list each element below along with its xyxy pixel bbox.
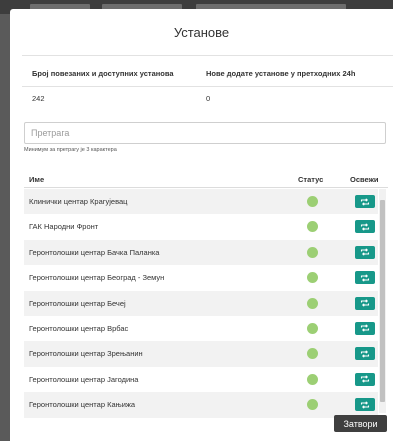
- refresh-button[interactable]: [355, 321, 375, 335]
- status-dot-icon: [307, 322, 318, 334]
- status-dot-icon: [307, 297, 318, 309]
- refresh-icon: [360, 324, 370, 333]
- table-row: Клинички центар Крагујевац: [24, 189, 378, 215]
- scrollbar-thumb[interactable]: [380, 200, 385, 402]
- refresh-icon: [360, 350, 370, 358]
- refresh-icon: [360, 401, 370, 409]
- institution-name: ГАК Народни Фронт: [29, 222, 99, 232]
- table-row: Геронтолошки центар Бечеј: [24, 290, 378, 316]
- refresh-icon: [360, 375, 370, 383]
- table-row: Геронтолошки центар Зрењанин: [24, 341, 378, 367]
- institution-name: Геронтолошки центар Бачка Паланка: [29, 247, 160, 257]
- status-dot-icon: [307, 272, 318, 284]
- refresh-button[interactable]: [355, 296, 375, 310]
- institution-name: Геронтолошки центар Јагодина: [29, 374, 139, 384]
- refresh-button[interactable]: [355, 245, 375, 259]
- institutions-modal: Установе Број повезаних и доступних уста…: [10, 9, 393, 441]
- refresh-button[interactable]: [355, 271, 375, 285]
- new-count-value: 0: [206, 94, 211, 103]
- column-status-header: Статус: [298, 175, 324, 184]
- close-button[interactable]: Затвори: [334, 415, 387, 432]
- table-row: Геронтолошки центар Јагодина: [24, 367, 378, 392]
- status-dot-icon: [307, 196, 318, 207]
- column-refresh-header: Освежи: [350, 175, 379, 184]
- stats-header: Број повезаних и доступних установа Нове…: [22, 63, 393, 87]
- new-count-label: Нове додате установе у претходних 24h: [206, 69, 356, 78]
- institution-name: Геронтолошки центар Зрењанин: [29, 349, 143, 359]
- institution-name: Геронтолошки центар Бечеј: [29, 298, 126, 308]
- status-dot-icon: [307, 348, 318, 360]
- table-row: Геронтолошки центар Београд - Земун: [24, 265, 378, 290]
- institutions-list: Клинички центар Крагујевац ГАК Народни Фр…: [24, 189, 378, 418]
- refresh-button[interactable]: [355, 220, 375, 234]
- status-dot-icon: [307, 221, 318, 233]
- status-dot-icon: [307, 399, 318, 411]
- table-row: Геронтолошки центар Кањижа: [24, 392, 378, 418]
- table-row: Геронтолошки центар Врбас: [24, 316, 378, 341]
- refresh-icon: [360, 274, 370, 282]
- refresh-icon: [360, 197, 370, 206]
- table-header: Име Статус Освежи: [24, 170, 388, 188]
- linked-count-value: 242: [32, 94, 45, 103]
- search-hint: Минимум за претрагу је 3 карактера: [24, 147, 117, 153]
- institution-name: Геронтолошки центар Кањижа: [29, 400, 136, 410]
- institution-name: Геронтолошки центар Београд - Земун: [29, 273, 165, 283]
- status-dot-icon: [307, 246, 318, 258]
- modal-title: Установе: [173, 25, 230, 40]
- refresh-button[interactable]: [355, 347, 375, 361]
- table-row: ГАК Народни Фронт: [24, 214, 378, 239]
- refresh-icon: [360, 223, 370, 231]
- refresh-icon: [360, 299, 370, 307]
- refresh-button[interactable]: [355, 195, 375, 208]
- institution-name: Клинички центар Крагујевац: [29, 197, 128, 206]
- search-input[interactable]: [24, 122, 386, 144]
- linked-count-label: Број повезаних и доступних установа: [32, 69, 174, 78]
- refresh-button[interactable]: [355, 398, 375, 412]
- title-divider: [22, 55, 393, 56]
- refresh-button[interactable]: [355, 372, 375, 386]
- column-name-header: Име: [29, 175, 45, 184]
- status-dot-icon: [307, 373, 318, 385]
- table-row: Геронтолошки центар Бачка Паланка: [24, 239, 378, 266]
- refresh-icon: [360, 248, 370, 256]
- institution-name: Геронтолошки центар Врбас: [29, 323, 129, 333]
